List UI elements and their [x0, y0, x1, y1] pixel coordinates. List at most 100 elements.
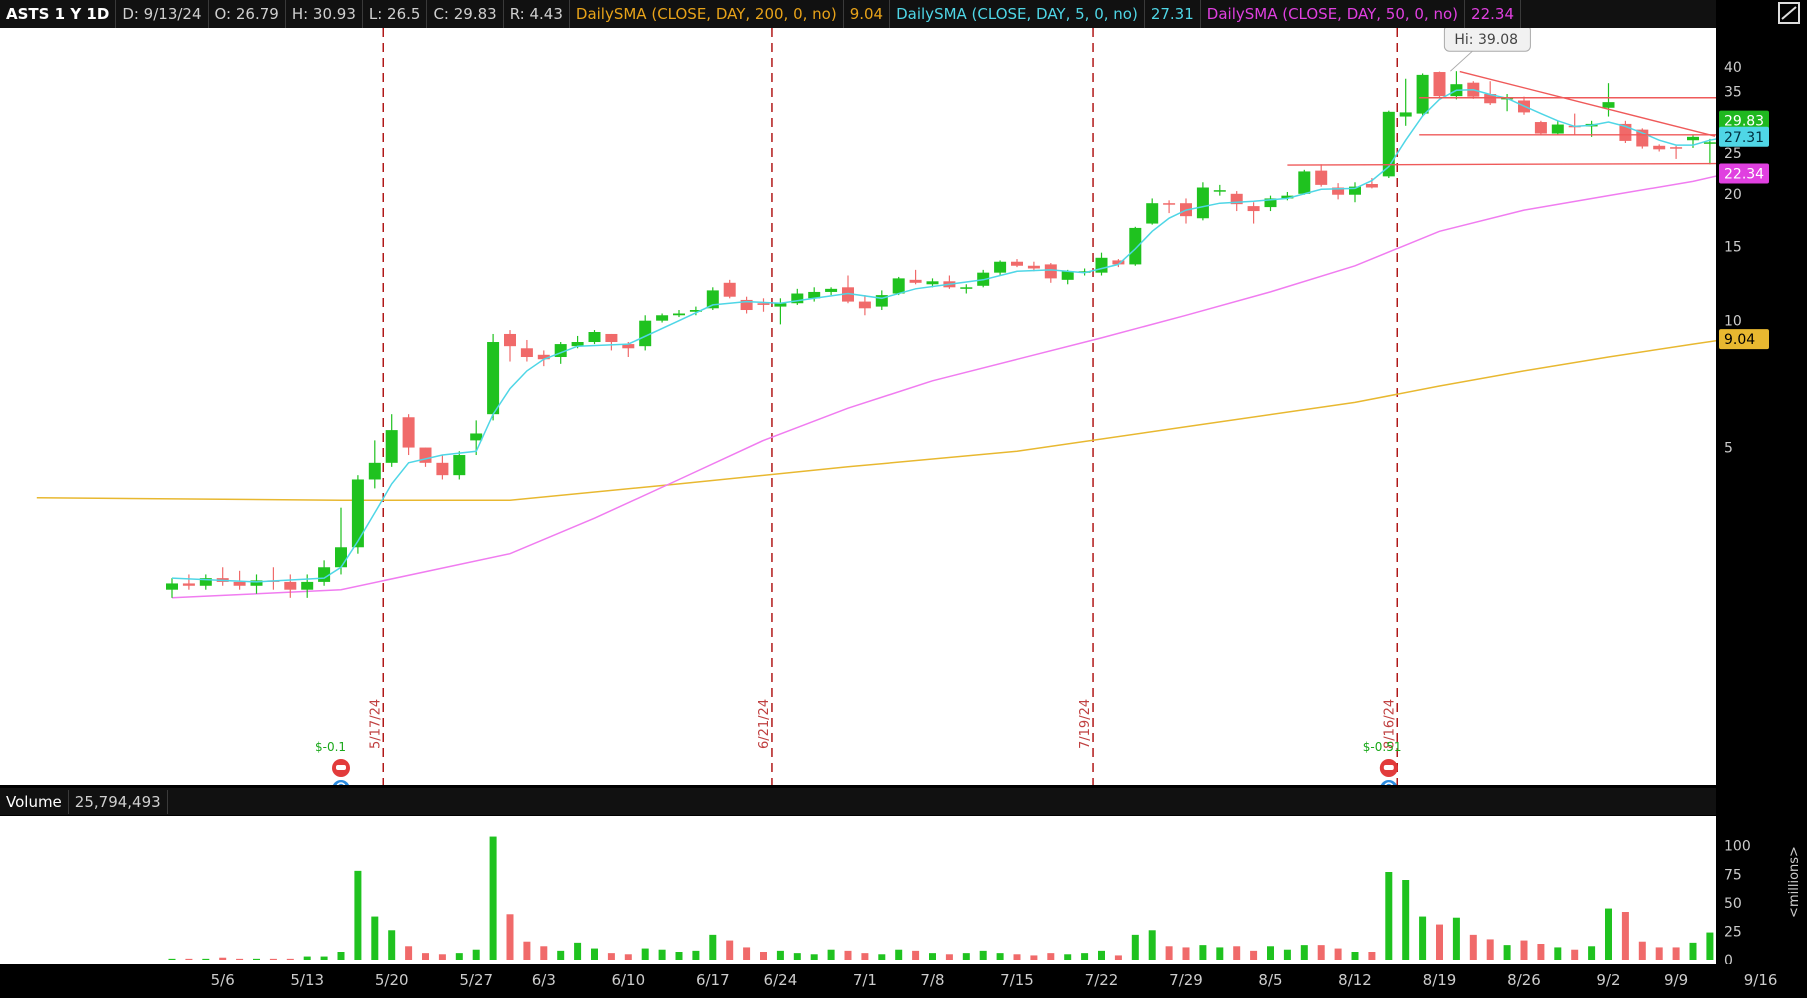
- volume-bar: [1300, 945, 1308, 960]
- volume-bar: [1402, 880, 1410, 960]
- volume-bar: [726, 940, 734, 960]
- volume-bar: [929, 953, 936, 960]
- volume-unit-label: <millions>: [1787, 846, 1802, 918]
- date-axis[interactable]: 5/6 5/13 5/20 5/27 6/3 6/10 6/17 6/24 7/1 7/8 7/15…: [0, 964, 1807, 994]
- sma50-study-label[interactable]: DailySMA (CLOSE, DAY, 50, 0, no): [1201, 0, 1466, 28]
- volume-bar: [675, 952, 683, 960]
- volume-bar: [793, 953, 801, 960]
- candle-down: [1247, 206, 1260, 212]
- price-badge-label: 22.34: [1724, 167, 1764, 183]
- price-tick-label: 10: [1724, 314, 1742, 330]
- volume-header: Volume 25,794,493: [0, 785, 1716, 815]
- candle-up: [994, 261, 1007, 273]
- sma5-line: [171, 89, 1727, 583]
- candle-up: [673, 313, 685, 316]
- volume-bar: [844, 950, 852, 960]
- volume-bar: [1689, 942, 1697, 960]
- candle-down: [1011, 261, 1023, 266]
- volume-bar: [1503, 945, 1511, 960]
- candle-up: [656, 315, 669, 321]
- volume-bar: [303, 956, 311, 960]
- low-readout: L: 26.5: [363, 0, 428, 28]
- vertical-marker-label: 5/17/24: [368, 699, 383, 749]
- volume-bar: [1064, 954, 1072, 960]
- annotation-pointer: [1450, 50, 1473, 72]
- volume-bar: [1199, 945, 1207, 960]
- symbol-label[interactable]: ASTS 1 Y 1D: [0, 0, 117, 28]
- candle-up: [1196, 187, 1209, 219]
- volume-bar: [1250, 950, 1258, 960]
- volume-bar: [861, 953, 869, 960]
- close-readout: C: 29.83: [427, 0, 504, 28]
- volume-bar: [388, 930, 396, 960]
- volume-bar: [1554, 947, 1562, 960]
- candle-up: [1298, 171, 1311, 194]
- volume-bar: [1216, 947, 1224, 960]
- volume-bar: [709, 934, 717, 960]
- sma5-study-value: 27.31: [1145, 0, 1201, 28]
- volume-label[interactable]: Volume: [0, 789, 69, 814]
- volume-bar: [810, 954, 818, 960]
- date-tick-label: 5/27: [459, 971, 493, 989]
- price-chart[interactable]: 5/17/24 6/21/24 7/19/24 8/16/24$-0.1 $-0.51H…: [0, 24, 1758, 798]
- volume-bar: [1368, 952, 1376, 960]
- volume-bar: [624, 954, 632, 960]
- date-tick-label: 7/29: [1169, 971, 1203, 989]
- candle-up: [1602, 102, 1615, 108]
- price-axis[interactable]: 40 35 25 20 15 10 5 29.83 27.31 22.34 9.04: [1716, 28, 1807, 785]
- volume-bar: [1621, 912, 1629, 960]
- volume-chart-panel[interactable]: [0, 816, 1731, 964]
- candle-up: [351, 479, 364, 548]
- volume-bar: [371, 916, 379, 960]
- candle-up: [825, 288, 838, 292]
- sma5-study-label[interactable]: DailySMA (CLOSE, DAY, 5, 0, no): [890, 0, 1145, 28]
- volume-bar: [168, 958, 176, 960]
- candle-down: [1653, 145, 1666, 150]
- volume-bar: [405, 946, 413, 960]
- volume-bar: [1030, 955, 1038, 960]
- date-tick-label: 5/13: [290, 971, 324, 989]
- volume-axis: 100 75 50 25 0 <millions>: [1716, 812, 1807, 969]
- date-tick-label: 7/1: [853, 971, 877, 989]
- volume-bar: [236, 958, 244, 960]
- volume-bar: [1334, 948, 1342, 960]
- date-tick-label: 8/26: [1507, 971, 1541, 989]
- header-bar: ASTS 1 Y 1D D: 9/13/24 O: 26.79 H: 30.93…: [0, 0, 1716, 29]
- draw-tools-icon[interactable]: [1716, 0, 1807, 28]
- candle-up: [926, 281, 939, 285]
- volume-bar: [455, 953, 463, 960]
- volume-bar: [1267, 946, 1274, 960]
- date-tick-label: 9/9: [1664, 971, 1688, 989]
- volume-chart[interactable]: [0, 816, 1731, 964]
- volume-bar: [1283, 949, 1291, 960]
- price-chart-panel[interactable]: 5/17/24 6/21/24 7/19/24 8/16/24 $-0.1 $-0.51 H…: [0, 24, 1758, 798]
- volume-bar: [591, 948, 598, 960]
- volume-bar: [1047, 953, 1055, 960]
- candle-up: [1399, 112, 1412, 117]
- candle-up: [335, 547, 347, 568]
- volume-tick-label: 0: [1724, 953, 1733, 964]
- date-tick-label: 6/17: [696, 971, 730, 989]
- price-badge-label: 9.04: [1724, 332, 1755, 348]
- volume-bar: [962, 953, 970, 960]
- candle-down: [1365, 184, 1378, 188]
- candle-down: [233, 581, 246, 586]
- price-tick-label: 5: [1724, 441, 1733, 457]
- candle-down: [402, 417, 415, 448]
- price-tick-label: 40: [1724, 60, 1742, 76]
- volume-bar: [1706, 932, 1714, 960]
- earnings-phone-glyph: [1383, 765, 1394, 770]
- candle-down: [1044, 264, 1057, 279]
- candle-down: [284, 581, 297, 590]
- candle-down: [723, 282, 736, 297]
- date-tick-label: 8/5: [1258, 971, 1282, 989]
- sma200-study-label[interactable]: DailySMA (CLOSE, DAY, 200, 0, no): [570, 0, 844, 28]
- volume-bar: [1182, 947, 1190, 960]
- candle-up: [301, 581, 314, 590]
- candle-down: [605, 333, 618, 343]
- candle-up: [166, 583, 178, 590]
- date-tick-label: 5/20: [375, 971, 409, 989]
- date-tick-label: 7/8: [920, 971, 944, 989]
- date-tick-label: 7/15: [1000, 971, 1034, 989]
- volume-bar: [1486, 939, 1494, 960]
